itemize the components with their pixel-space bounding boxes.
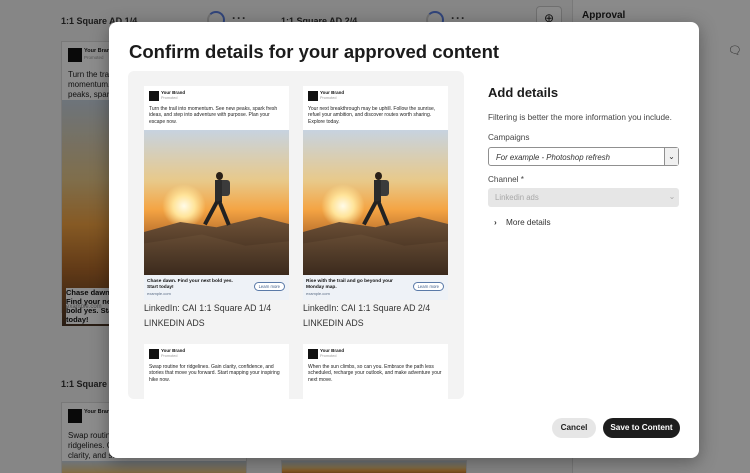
ad-footer: Rise with the trail and go beyond your M… — [303, 275, 448, 300]
channel-select: Linkedin ads ⌄ — [488, 188, 679, 207]
promoted-label: Promoted — [320, 96, 337, 100]
dialog-title: Confirm details for your approved conten… — [129, 41, 500, 62]
card-channel: LINKEDIN ADS — [303, 318, 364, 328]
ad-preview-card[interactable]: Your Brand Promoted When the sun climbs,… — [303, 344, 448, 399]
ad-image — [303, 130, 448, 275]
brand-name: Your Brand — [320, 348, 345, 353]
confirm-details-dialog: Confirm details for your approved conten… — [109, 22, 699, 458]
learn-more-button[interactable]: Learn more — [412, 282, 444, 291]
content-preview-gallery: Your Brand Promoted Turn the trail into … — [128, 71, 464, 399]
brand-logo — [308, 349, 318, 359]
promoted-label: Promoted — [161, 96, 178, 100]
learn-more-button[interactable]: Learn more — [253, 282, 285, 291]
ad-text: Turn the trail into momentum. See new pe… — [149, 106, 278, 125]
ad-caption: Rise with the trail and go beyond your M… — [306, 279, 393, 290]
chevron-down-icon: ⌄ — [668, 192, 676, 201]
more-details-label: More details — [506, 218, 551, 227]
card-title: LinkedIn: CAI 1:1 Square AD 2/4 — [303, 303, 431, 313]
hiker-figure — [203, 170, 232, 232]
channel-value: Linkedin ads — [495, 193, 539, 202]
campaigns-label: Campaigns — [488, 133, 530, 142]
ad-url: example.com — [147, 291, 171, 296]
more-details-toggle[interactable]: › More details — [494, 218, 551, 227]
ad-image — [144, 130, 289, 275]
hiker-figure — [362, 170, 391, 232]
brand-name: Your Brand — [320, 90, 345, 95]
ad-text: When the sun climbs, so can you. Embrace… — [308, 364, 442, 383]
card-channel: LINKEDIN ADS — [144, 318, 205, 328]
chevron-down-icon[interactable]: ⌄ — [664, 148, 678, 165]
ad-url: example.com — [306, 291, 330, 296]
brand-logo — [149, 349, 159, 359]
card-title: LinkedIn: CAI 1:1 Square AD 1/4 — [144, 303, 272, 313]
ad-preview-card[interactable]: Your Brand Promoted Swap routine for rid… — [144, 344, 289, 399]
ad-text: Your next breakthrough may be uphill. Fo… — [308, 106, 436, 125]
sun-glow — [321, 184, 365, 228]
promoted-label: Promoted — [320, 354, 337, 358]
brand-name: Your Brand — [161, 90, 186, 95]
ad-preview-card[interactable]: Your Brand Promoted Turn the trail into … — [144, 86, 289, 300]
sun-glow — [162, 184, 206, 228]
brand-logo — [308, 91, 318, 101]
details-heading: Add details — [488, 85, 559, 100]
save-to-content-button[interactable]: Save to Content — [603, 418, 680, 438]
cancel-button[interactable]: Cancel — [552, 418, 596, 438]
campaigns-select[interactable]: For example - Photoshop refresh ⌄ — [488, 147, 679, 166]
promoted-label: Promoted — [161, 354, 178, 358]
chevron-right-icon: › — [494, 218, 497, 227]
details-help-text: Filtering is better the more information… — [488, 113, 672, 122]
brand-logo — [149, 91, 159, 101]
ad-text: Swap routine for ridgelines. Gain clarit… — [149, 364, 280, 383]
ad-footer: Chase dawn. Find your next bold yes. Sta… — [144, 275, 289, 300]
ad-caption: Chase dawn. Find your next bold yes. Sta… — [147, 279, 233, 290]
channel-label: Channel * — [488, 175, 524, 184]
ad-preview-card[interactable]: Your Brand Promoted Your next breakthrou… — [303, 86, 448, 300]
campaigns-placeholder: For example - Photoshop refresh — [496, 153, 610, 162]
brand-name: Your Brand — [161, 348, 186, 353]
